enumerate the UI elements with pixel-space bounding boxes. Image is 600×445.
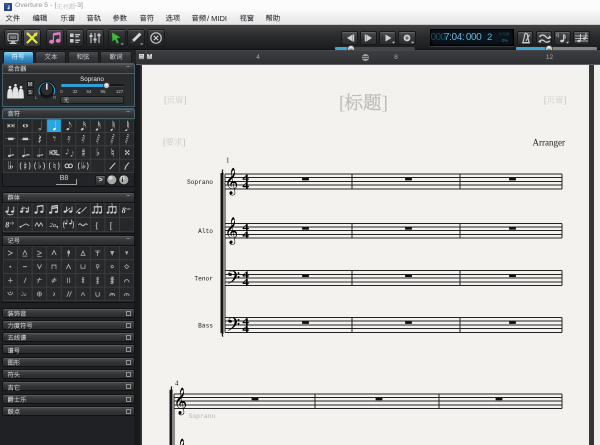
svg-text:]: ]: [183, 137, 186, 147]
svg-text:]: ]: [564, 95, 567, 105]
svg-text:]: ]: [184, 95, 187, 105]
svg-text:3: 3: [96, 203, 98, 207]
svg-text:va: va: [126, 206, 131, 211]
svg-text:2a: 2a: [21, 292, 27, 298]
svg-text:[: [: [339, 93, 345, 114]
svg-text:Bass: Bass: [198, 322, 213, 329]
svg-text:Alto: Alto: [198, 228, 213, 235]
svg-text:8: 8: [121, 206, 125, 215]
svg-text:Soprano: Soprano: [189, 413, 216, 420]
svg-text:q: q: [556, 33, 559, 39]
svg-text:vb: vb: [9, 220, 14, 225]
svg-text:]: ]: [382, 93, 388, 114]
svg-text:[: [: [109, 220, 112, 230]
svg-text:[: [: [164, 95, 167, 105]
svg-text:[: [: [163, 137, 166, 147]
svg-text:3: 3: [110, 203, 112, 207]
svg-text:Soprano: Soprano: [187, 179, 213, 186]
svg-text:1: 1: [226, 157, 230, 165]
svg-text:[: [: [544, 95, 547, 105]
svg-text:Arranger: Arranger: [533, 138, 565, 148]
svg-text:Tenor: Tenor: [194, 276, 213, 283]
svg-text:4: 4: [175, 380, 179, 388]
svg-text:8: 8: [5, 220, 9, 229]
svg-text:2a: 2a: [49, 222, 56, 229]
svg-text:{: {: [94, 220, 98, 230]
